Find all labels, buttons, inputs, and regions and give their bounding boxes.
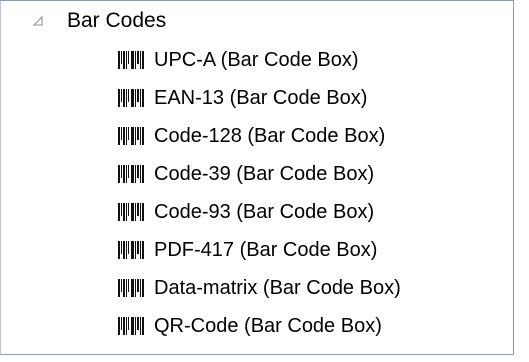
tree-item-label: Code-128 (Bar Code Box) [154,125,386,147]
tree-item-code-39[interactable]: Code-39 (Bar Code Box) [1,155,513,193]
barcode-icon [118,240,146,260]
barcode-icon [118,316,146,336]
barcode-icon [118,278,146,298]
tree-item-label: Code-93 (Bar Code Box) [154,201,375,223]
collapse-arrow-icon[interactable] [31,14,45,28]
tree-item-ean-13[interactable]: EAN-13 (Bar Code Box) [1,79,513,117]
tree-item-label: QR-Code (Bar Code Box) [154,315,382,337]
tree-item-label: Code-39 (Bar Code Box) [154,163,375,185]
tree-item-pdf-417[interactable]: PDF-417 (Bar Code Box) [1,231,513,269]
tree-node-bar-codes[interactable]: Bar Codes [1,1,513,41]
tree-item-label: UPC-A (Bar Code Box) [154,49,359,71]
barcode-icon [118,202,146,222]
barcode-icon [118,164,146,184]
tree-item-label: Data-matrix (Bar Code Box) [154,277,401,299]
barcode-icon [118,50,146,70]
tree-item-upc-a[interactable]: UPC-A (Bar Code Box) [1,41,513,79]
tree-item-label: PDF-417 (Bar Code Box) [154,239,378,261]
tree-item-code-93[interactable]: Code-93 (Bar Code Box) [1,193,513,231]
barcode-icon [118,126,146,146]
tree-item-label: EAN-13 (Bar Code Box) [154,87,368,109]
barcode-icon [118,88,146,108]
tree-children: UPC-A (Bar Code Box) EAN-13 (Bar Code Bo… [1,41,513,345]
tree-item-data-matrix[interactable]: Data-matrix (Bar Code Box) [1,269,513,307]
tree-node-label: Bar Codes [67,9,167,32]
tree-view-panel: Bar Codes UPC-A (Bar Code Box) EAN-13 (B… [0,0,514,355]
tree-item-qr-code[interactable]: QR-Code (Bar Code Box) [1,307,513,345]
tree-item-code-128[interactable]: Code-128 (Bar Code Box) [1,117,513,155]
